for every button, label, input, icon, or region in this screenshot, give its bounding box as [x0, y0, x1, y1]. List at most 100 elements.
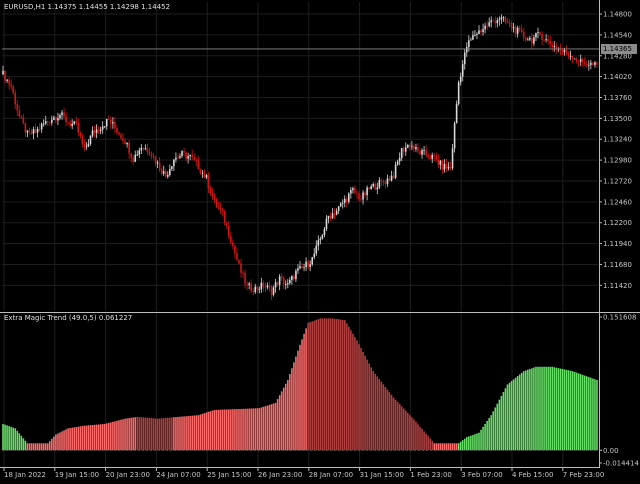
- current-price-tag: 1.14365: [601, 44, 637, 54]
- candle: [132, 154, 135, 165]
- candle-body: [110, 119, 112, 124]
- candle-body: [508, 22, 511, 24]
- candle-body: [376, 187, 379, 190]
- candle: [374, 181, 377, 191]
- candle: [502, 16, 505, 22]
- candle-body: [453, 123, 456, 149]
- candle-body: [309, 264, 311, 267]
- candle: [413, 143, 415, 153]
- candle-body: [93, 130, 96, 133]
- candle: [191, 149, 193, 161]
- candle-body: [97, 129, 100, 131]
- candle: [10, 79, 12, 91]
- candle-body: [301, 266, 303, 268]
- candle: [51, 115, 53, 126]
- candle-body: [465, 46, 468, 53]
- candle: [284, 280, 287, 290]
- candle: [524, 36, 527, 43]
- candle-body: [407, 145, 409, 148]
- candle: [427, 152, 429, 160]
- candle: [504, 15, 507, 25]
- main-chart-header: EURUSD,H1 1.14375 1.14455 1.14298 1.1445…: [4, 3, 170, 12]
- candle: [331, 207, 334, 219]
- candle-body: [272, 287, 275, 295]
- candle-body: [553, 46, 556, 47]
- candle: [417, 143, 419, 155]
- candle: [382, 179, 385, 186]
- candle: [148, 147, 151, 156]
- candle: [565, 45, 568, 56]
- candle-body: [315, 245, 318, 254]
- candle: [500, 14, 503, 24]
- candle-body: [197, 160, 200, 170]
- candle: [14, 89, 17, 110]
- candle: [278, 274, 281, 291]
- candle-body: [248, 283, 250, 285]
- y-tick-label: 1.11940: [603, 240, 632, 248]
- candle: [199, 168, 202, 175]
- candle: [179, 153, 181, 159]
- candle: [443, 159, 446, 173]
- candle-body: [325, 218, 328, 229]
- candle-body: [164, 171, 167, 177]
- candle-body: [55, 117, 57, 121]
- candle: [512, 22, 515, 33]
- candle-body: [577, 60, 580, 62]
- candle: [77, 118, 80, 137]
- candle-body: [40, 123, 43, 130]
- candle-body: [77, 123, 80, 133]
- candle: [6, 78, 8, 83]
- candle: [134, 150, 137, 163]
- candle-body: [36, 128, 39, 133]
- candle-body: [480, 30, 482, 33]
- candle: [112, 117, 114, 129]
- candle-body: [520, 29, 523, 33]
- candle-body: [356, 192, 358, 194]
- candle: [258, 286, 261, 294]
- candle: [390, 170, 393, 182]
- candle-body: [494, 21, 497, 24]
- candle-body: [162, 171, 165, 174]
- candle-body: [211, 193, 214, 197]
- candle: [429, 153, 431, 160]
- candle: [187, 152, 189, 164]
- candle-body: [114, 122, 116, 129]
- candle-body: [545, 39, 547, 41]
- symbol-label: EURUSD,H1: [4, 3, 46, 11]
- candle: [360, 194, 362, 202]
- candle: [567, 51, 570, 59]
- candle: [274, 278, 277, 293]
- candle-body: [321, 235, 324, 239]
- candle-body: [370, 186, 372, 190]
- candle: [553, 41, 556, 52]
- candle: [465, 42, 468, 57]
- candle: [594, 61, 596, 68]
- candle: [531, 33, 533, 49]
- y-tick-label: 1.14540: [603, 31, 632, 39]
- candle-body: [404, 147, 407, 152]
- candle: [356, 189, 358, 199]
- candle-body: [529, 37, 531, 40]
- candle: [55, 116, 57, 124]
- candle-body: [254, 286, 257, 293]
- candle: [449, 161, 452, 171]
- candle: [577, 60, 580, 67]
- indicator-header: Extra Magic Trend (49.0,5) 0.061227: [4, 314, 132, 323]
- candle: [490, 16, 493, 28]
- candle-body: [547, 39, 549, 42]
- candle-body: [148, 152, 151, 155]
- candle-body: [73, 121, 76, 124]
- candle-body: [138, 150, 141, 155]
- candle: [140, 144, 143, 154]
- candle: [65, 112, 67, 127]
- candle-body: [278, 276, 281, 285]
- candle: [441, 159, 444, 174]
- candle: [575, 56, 578, 64]
- candle-body: [551, 44, 554, 47]
- candle-body: [415, 147, 417, 150]
- candle-body: [413, 145, 415, 150]
- candle-body: [171, 166, 173, 170]
- candle-body: [16, 104, 19, 111]
- candle: [394, 161, 397, 180]
- candle: [329, 212, 332, 222]
